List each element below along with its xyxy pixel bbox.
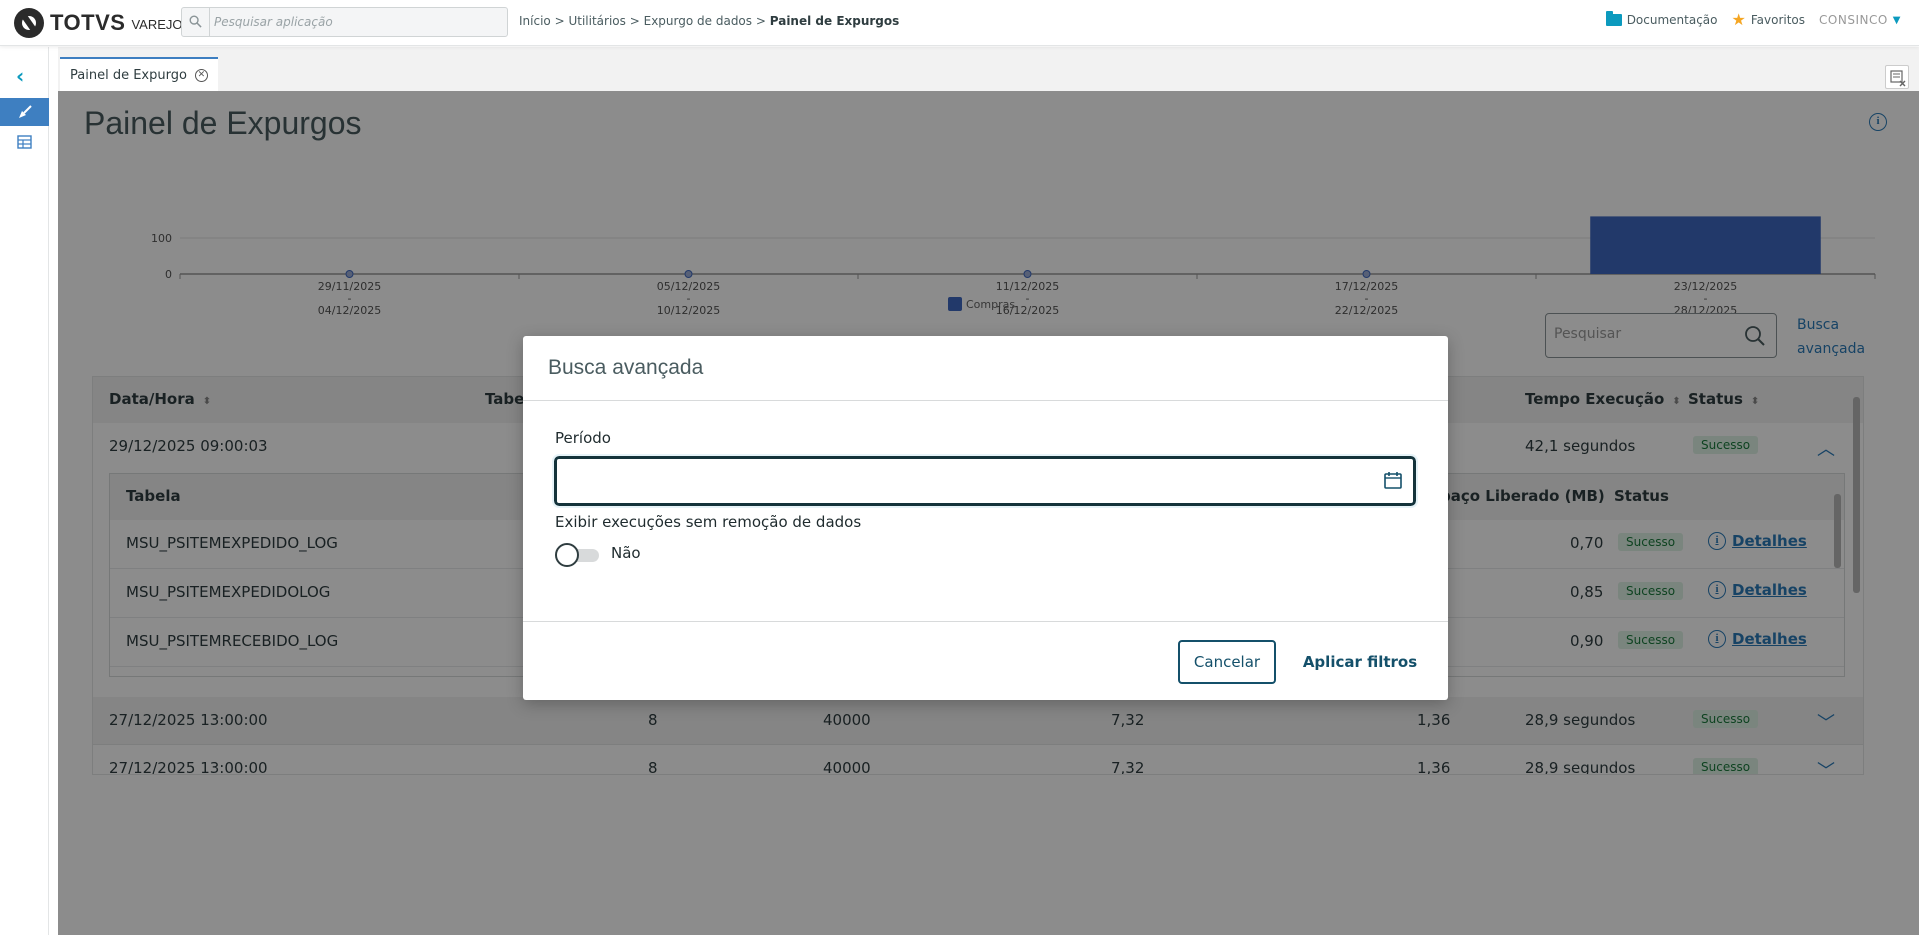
favorites-link[interactable]: ★ Favoritos [1731,10,1806,29]
search-separator [209,8,210,36]
breadcrumb-item-utilitarios[interactable]: Utilitários [568,14,625,28]
folder-icon [1605,11,1622,26]
caret-down-icon: ▼ [1892,14,1901,26]
close-all-tabs-icon[interactable] [1885,65,1909,89]
apply-filters-button[interactable]: Aplicar filtros [1297,640,1423,684]
app-search-input[interactable] [214,12,494,32]
breadcrumb-sep: > [629,14,640,28]
sidebar-item-expurgo[interactable] [0,98,49,126]
logo-sub: VAREJO [131,17,183,32]
breadcrumb-current: Painel de Expurgos [769,14,900,28]
star-icon: ★ [1731,10,1746,29]
breadcrumb: Início > Utilitários > Expurgo de dados … [519,14,899,28]
calendar-icon[interactable] [1383,470,1403,490]
tab-strip: Painel de Expurgo ✕ [58,47,1919,91]
period-label: Período [555,429,611,447]
divider [523,621,1448,622]
top-header: TOTVS VAREJO Início > Utilitários > Expu… [0,0,1919,46]
totvs-logo[interactable]: TOTVS VAREJO [14,8,183,38]
breadcrumb-item-inicio[interactable]: Início [519,14,551,28]
show-executions-toggle[interactable] [555,543,603,567]
totvs-logo-icon [14,8,44,38]
modal-title: Busca avançada [548,356,704,379]
header-actions: Documentação ★ Favoritos CONSINCO ▼ [1605,10,1901,29]
close-icon[interactable]: ✕ [194,68,208,82]
logo-text: TOTVS [50,10,126,35]
cancel-button[interactable]: Cancelar [1178,640,1276,684]
company-selector[interactable]: CONSINCO ▼ [1819,13,1901,27]
period-date-field[interactable] [552,454,1418,508]
toggle-knob [555,543,579,567]
breadcrumb-sep: > [554,14,565,28]
tab-painel-expurgo[interactable]: Painel de Expurgo ✕ [60,57,218,91]
search-icon [189,15,202,28]
divider [523,400,1448,401]
company-label: CONSINCO [1819,13,1888,27]
documentation-link[interactable]: Documentação [1605,11,1718,27]
favorites-label: Favoritos [1750,13,1806,27]
breadcrumb-item-expurgo[interactable]: Expurgo de dados [644,14,752,28]
left-sidebar: ‹ [0,47,49,935]
documentation-label: Documentação [1626,13,1718,27]
period-input[interactable] [567,471,1347,488]
broom-icon [19,105,32,118]
tab-label: Painel de Expurgo [70,67,187,83]
app-search [181,7,508,37]
advanced-search-modal: Busca avançada Período Exibir execuções … [523,336,1448,700]
breadcrumb-sep: > [755,14,766,28]
table-icon[interactable] [17,135,32,149]
show-executions-label: Exibir execuções sem remoção de dados [555,513,862,531]
chevron-left-icon[interactable]: ‹ [16,64,24,88]
toggle-state-label: Não [611,544,641,562]
